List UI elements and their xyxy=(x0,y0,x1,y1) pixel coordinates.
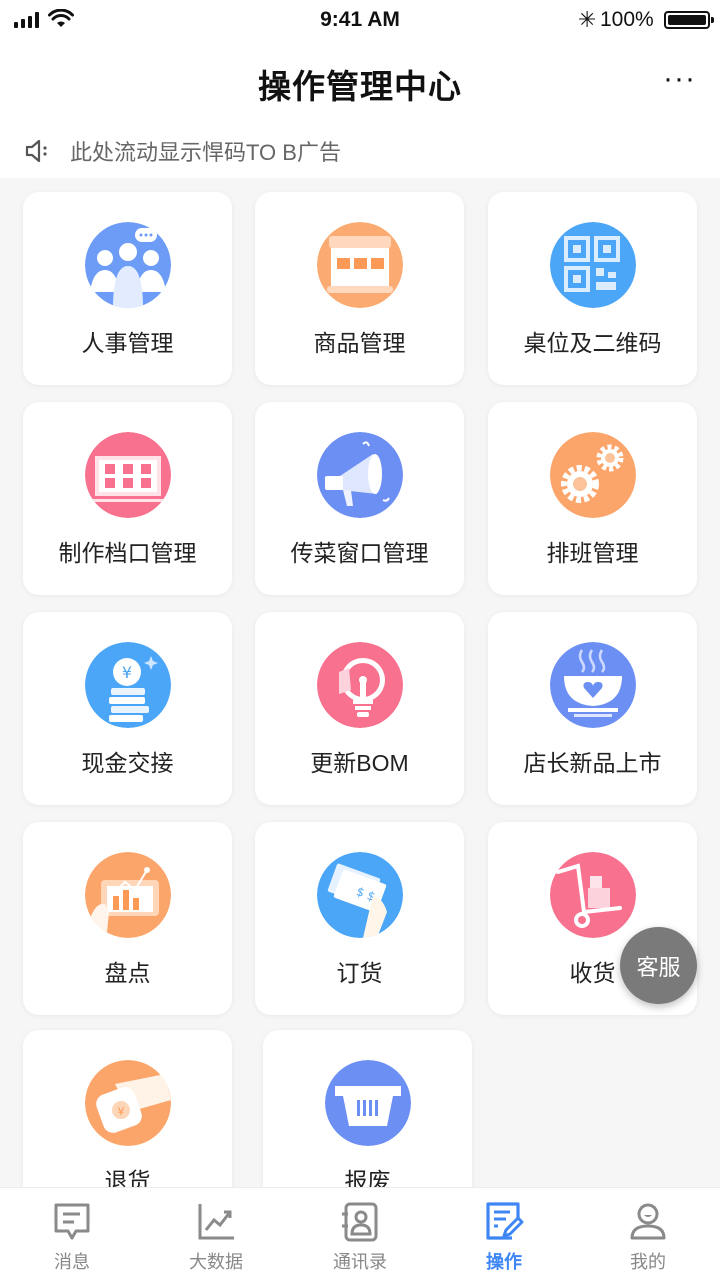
tab-operations[interactable]: 操作 xyxy=(432,1188,576,1280)
hot-bowl-heart-icon xyxy=(550,642,636,728)
tab-big-data[interactable]: 大数据 xyxy=(144,1188,288,1280)
bottom-tab-bar: 消息 大数据 通讯录 操作 我的 xyxy=(0,1187,720,1280)
yuan-coins-icon: ¥ xyxy=(85,642,171,728)
menu-card-stocktake[interactable]: 盘点 xyxy=(23,822,232,1015)
menu-card-kitchen-stations[interactable]: 制作档口管理 xyxy=(23,402,232,595)
storefront-icon xyxy=(317,222,403,308)
menu-card-label: 现金交接 xyxy=(81,750,174,776)
megaphone-icon xyxy=(317,432,403,518)
menu-card-tables-qr[interactable]: 桌位及二维码 xyxy=(488,192,697,385)
contacts-icon xyxy=(342,1202,378,1242)
speaker-icon xyxy=(25,139,47,163)
menu-card-new-products[interactable]: 店长新品上市 xyxy=(488,612,697,805)
trend-chart-icon xyxy=(198,1204,234,1240)
tab-contacts[interactable]: 通讯录 xyxy=(288,1188,432,1280)
grid-board-icon xyxy=(85,432,171,518)
tab-label: 大数据 xyxy=(189,1252,243,1272)
tab-label: 操作 xyxy=(486,1252,522,1272)
menu-card-label: 商品管理 xyxy=(313,330,406,356)
menu-card-serving-windows[interactable]: 传菜窗口管理 xyxy=(255,402,464,595)
qr-code-icon xyxy=(550,222,636,308)
notice-text: 此处流动显示悍码TO B广告 xyxy=(70,140,341,165)
hand-bills-icon: $ $ xyxy=(317,852,403,938)
tab-messages[interactable]: 消息 xyxy=(0,1188,144,1280)
menu-card-label: 订货 xyxy=(336,960,383,986)
hand-truck-icon xyxy=(550,852,636,938)
message-icon xyxy=(54,1203,90,1240)
menu-card-shift-scheduling[interactable]: 排班管理 xyxy=(488,402,697,595)
menu-card-label: 人事管理 xyxy=(81,330,174,356)
tab-me[interactable]: 我的 xyxy=(576,1188,720,1280)
battery-icon xyxy=(664,11,714,29)
menu-card-label: 更新BOM xyxy=(310,750,409,776)
staff-group-icon xyxy=(85,222,171,308)
hand-yuan-icon: ¥ xyxy=(85,1060,171,1146)
menu-card-staff[interactable]: 人事管理 xyxy=(23,192,232,385)
menu-card-label: 桌位及二维码 xyxy=(523,330,662,356)
menu-card-label: 传菜窗口管理 xyxy=(290,540,429,566)
svg-text:¥: ¥ xyxy=(122,663,132,682)
menu-card-label: 制作档口管理 xyxy=(58,540,197,566)
edit-document-icon xyxy=(486,1202,524,1240)
menu-card-label: 排班管理 xyxy=(546,540,639,566)
menu-card-cash-handover[interactable]: ¥ 现金交接 xyxy=(23,612,232,805)
menu-card-label: 店长新品上市 xyxy=(523,750,662,776)
trash-basket-icon xyxy=(325,1060,411,1146)
customer-service-button[interactable]: 客服 xyxy=(620,927,697,1004)
menu-card-update-bom[interactable]: 更新BOM xyxy=(255,612,464,805)
nav-header: 操作管理中心 ··· xyxy=(0,40,720,124)
svg-text:¥: ¥ xyxy=(118,1105,125,1118)
marquee-notice[interactable]: 此处流动显示悍码TO B广告 xyxy=(0,124,720,178)
menu-card-products[interactable]: 商品管理 xyxy=(255,192,464,385)
menu-card-label: 盘点 xyxy=(104,960,151,986)
lightbulb-gear-icon xyxy=(317,642,403,728)
bluetooth-icon: ✳︎ xyxy=(578,7,597,32)
tab-label: 消息 xyxy=(54,1252,90,1272)
menu-card-ordering[interactable]: $ $ 订货 xyxy=(255,822,464,1015)
tab-label: 我的 xyxy=(630,1252,666,1272)
page-title: 操作管理中心 xyxy=(258,68,462,105)
battery-percentage: 100% xyxy=(600,8,654,31)
more-menu-button[interactable]: ··· xyxy=(663,62,696,96)
gears-icon xyxy=(550,432,636,518)
user-profile-icon xyxy=(630,1203,666,1240)
more-icon: ··· xyxy=(663,62,696,95)
tablet-chart-icon xyxy=(85,852,171,938)
tab-label: 通讯录 xyxy=(333,1252,387,1272)
status-bar: 9:41 AM ✳︎ 100% xyxy=(0,0,720,40)
